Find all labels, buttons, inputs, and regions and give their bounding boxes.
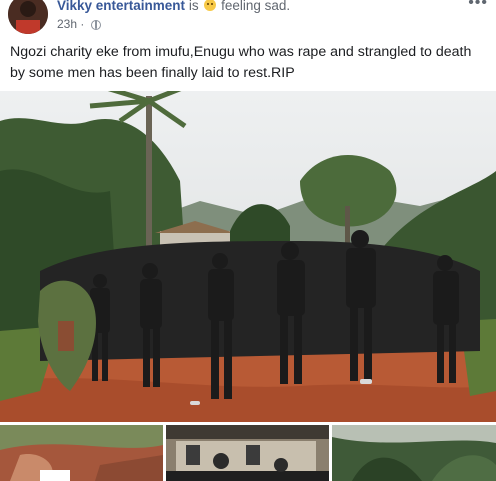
post-timestamp[interactable]: 23h	[57, 17, 77, 31]
post-meta: 23h ·	[57, 17, 101, 31]
author-avatar[interactable]	[8, 0, 48, 34]
main-post-photo[interactable]	[0, 91, 496, 422]
author-line: Vikky entertainment is feeling sad.	[57, 0, 290, 13]
photo-thumbnail-1[interactable]	[0, 425, 163, 481]
post-body-text: Ngozi charity eke from imufu,Enugu who w…	[10, 44, 472, 81]
is-text: is	[188, 0, 199, 13]
more-options-icon[interactable]: •••	[468, 0, 488, 12]
photo-thumbnail-2[interactable]	[166, 425, 329, 481]
feeling-status: feeling sad.	[221, 0, 291, 13]
photo-thumbnail-3[interactable]	[332, 425, 496, 481]
globe-icon[interactable]	[90, 20, 101, 30]
sad-face-emoji-icon	[204, 0, 217, 11]
author-name-link[interactable]: Vikky entertainment	[57, 0, 185, 13]
post-header: Vikky entertainment is feeling sad. 23h …	[0, 0, 496, 40]
